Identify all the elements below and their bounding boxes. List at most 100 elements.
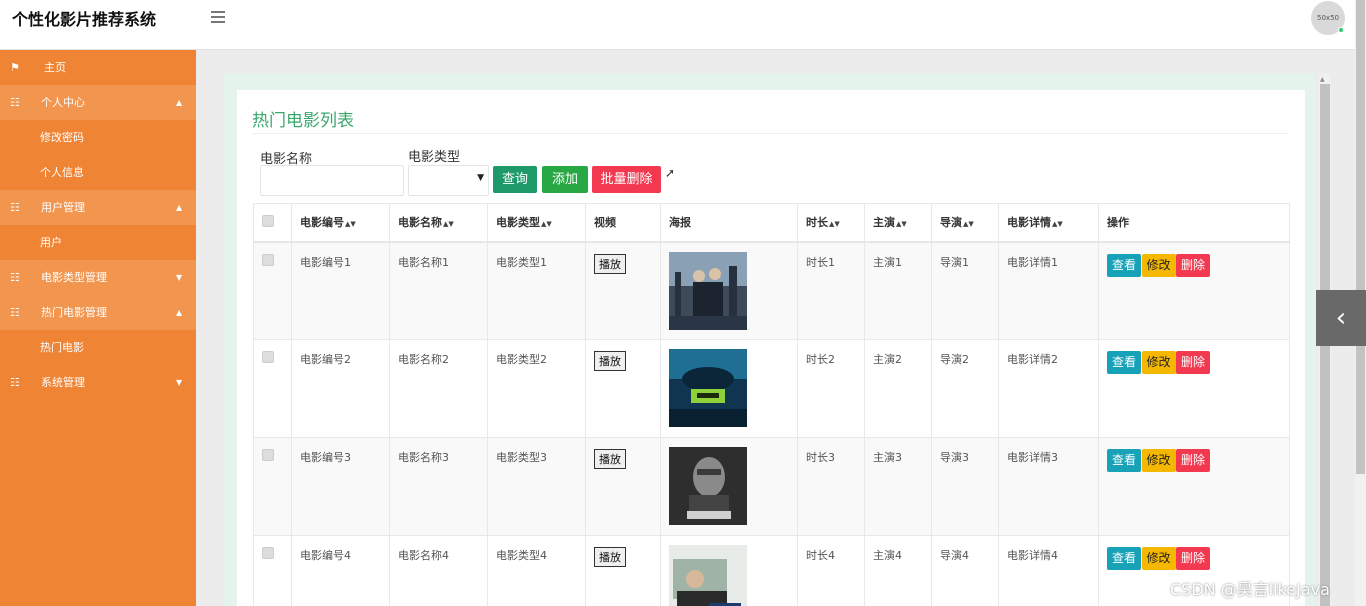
cell-poster: [660, 535, 798, 606]
column-header-label: 导演: [940, 216, 962, 230]
sidebar-item-hot-movies[interactable]: 热门电影: [0, 330, 196, 365]
cell-actor: 主演4: [864, 535, 932, 606]
sort-icon[interactable]: ▲▼: [896, 220, 907, 228]
chevron-up-icon: ▲: [176, 203, 183, 212]
chevron-down-icon: ▼: [176, 273, 183, 282]
menu-toggle-icon[interactable]: [211, 11, 225, 23]
sidebar-group-movie-types[interactable]: ☷ 电影类型管理 ▼: [0, 260, 196, 295]
view-button[interactable]: 查看: [1107, 253, 1142, 277]
sort-icon[interactable]: ▲▼: [829, 220, 840, 228]
sidebar-group-system[interactable]: ☷ 系统管理 ▼: [0, 365, 196, 400]
sidebar-item-users[interactable]: 用户: [0, 225, 196, 260]
sidebar-item-personal-info[interactable]: 个人信息: [0, 155, 196, 190]
chevron-up-icon: ▲: [176, 98, 183, 107]
column-header-detail[interactable]: 电影详情▲▼: [998, 203, 1099, 243]
table-row: 电影编号3 电影名称3 电影类型3 播放 时长3 主演3 导演3 电影详情3 查…: [253, 437, 1290, 536]
cell-duration: 时长4: [797, 535, 865, 606]
cell-detail: 电影详情2: [998, 339, 1099, 438]
movie-poster-image[interactable]: [669, 349, 747, 427]
cell-type: 电影类型2: [487, 339, 586, 438]
movie-list-card: 热门电影列表 电影名称 电影类型 ▼ 查询 添加 批量删除 电影编号▲▼ 电影名…: [237, 90, 1305, 606]
view-button[interactable]: 查看: [1107, 351, 1142, 374]
cell-actions: 查看 修改 删除: [1098, 339, 1290, 438]
select-all-cell: [253, 203, 292, 243]
column-header-id[interactable]: 电影编号▲▼: [291, 203, 390, 243]
column-header-actor[interactable]: 主演▲▼: [864, 203, 932, 243]
edit-button[interactable]: 修改: [1141, 449, 1176, 472]
scroll-up-arrow-icon[interactable]: ▲: [1320, 76, 1325, 83]
grid-icon: ☷: [10, 271, 20, 284]
add-button[interactable]: 添加: [542, 166, 588, 193]
sidebar-item-change-password[interactable]: 修改密码: [0, 120, 196, 155]
table-header-row: 电影编号▲▼ 电影名称▲▼ 电影类型▲▼ 视频 海报 时长▲▼ 主演▲▼ 导演▲…: [253, 203, 1290, 243]
watermark: CSDN @昊言likeJava: [1170, 580, 1330, 599]
column-header-poster: 海报: [660, 203, 798, 243]
select-all-checkbox[interactable]: [262, 214, 274, 227]
sidebar-group-personal[interactable]: ☷ 个人中心 ▲: [0, 85, 196, 120]
sort-icon[interactable]: ▲▼: [443, 220, 454, 228]
play-button[interactable]: 播放: [594, 449, 626, 469]
row-checkbox[interactable]: [262, 449, 274, 461]
column-header-name[interactable]: 电影名称▲▼: [389, 203, 488, 243]
sort-icon[interactable]: ▲▼: [963, 220, 974, 228]
play-button[interactable]: 播放: [594, 253, 626, 274]
sort-icon[interactable]: ▲▼: [1052, 220, 1063, 228]
sort-icon[interactable]: ▲▼: [345, 220, 356, 228]
row-checkbox[interactable]: [262, 253, 274, 266]
delete-button[interactable]: 删除: [1176, 351, 1211, 374]
column-header-director[interactable]: 导演▲▼: [931, 203, 999, 243]
sidebar-group-users[interactable]: ☷ 用户管理 ▲: [0, 190, 196, 225]
sort-icon[interactable]: ▲▼: [541, 220, 552, 228]
movie-poster-image[interactable]: [669, 447, 747, 525]
cell-actor: 主演2: [864, 339, 932, 438]
delete-button[interactable]: 删除: [1176, 449, 1211, 472]
search-button[interactable]: 查询: [493, 166, 537, 193]
cell-name: 电影名称1: [389, 241, 488, 340]
movie-poster-image[interactable]: [669, 251, 747, 330]
play-button[interactable]: 播放: [594, 351, 626, 371]
play-button[interactable]: 播放: [594, 547, 626, 567]
edit-button[interactable]: 修改: [1141, 547, 1176, 570]
collapse-panel-button[interactable]: ‹: [1316, 290, 1366, 346]
sidebar-item-label: 个人中心: [41, 96, 85, 109]
top-header: 个性化影片推荐系统 50x50: [0, 0, 1366, 50]
movie-name-input[interactable]: [260, 165, 404, 196]
row-checkbox[interactable]: [262, 547, 274, 559]
column-header-label: 视频: [594, 216, 616, 230]
movie-type-label: 电影类型: [408, 150, 461, 165]
row-checkbox[interactable]: [262, 351, 274, 363]
cell-duration: 时长2: [797, 339, 865, 438]
delete-button[interactable]: 删除: [1176, 253, 1211, 277]
cell-id: 电影编号4: [291, 535, 390, 606]
page-scrollbar-thumb[interactable]: [1356, 0, 1365, 474]
grid-icon: ☷: [10, 201, 20, 214]
column-header-label: 海报: [669, 216, 691, 230]
batch-delete-button[interactable]: 批量删除: [592, 166, 661, 193]
movie-type-select[interactable]: ▼: [408, 165, 489, 196]
flag-icon: ⚑: [10, 61, 20, 74]
movie-poster-image[interactable]: [669, 545, 747, 606]
cell-id: 电影编号1: [291, 241, 390, 340]
edit-button[interactable]: 修改: [1141, 253, 1176, 277]
row-select-cell: [253, 437, 292, 536]
view-button[interactable]: 查看: [1107, 449, 1142, 472]
row-select-cell: [253, 339, 292, 438]
column-header-type[interactable]: 电影类型▲▼: [487, 203, 586, 243]
cell-video: 播放: [585, 339, 661, 438]
cell-director: 导演2: [931, 339, 999, 438]
view-button[interactable]: 查看: [1107, 547, 1142, 570]
grid-icon: ☷: [10, 96, 20, 109]
delete-button[interactable]: 删除: [1176, 547, 1211, 570]
online-status-dot: [1338, 27, 1344, 33]
sidebar-item-home[interactable]: ⚑ 主页: [0, 50, 196, 85]
cell-actor: 主演1: [864, 241, 932, 340]
column-header-duration[interactable]: 时长▲▼: [797, 203, 865, 243]
edit-button[interactable]: 修改: [1141, 351, 1176, 374]
sidebar-group-hot-movies[interactable]: ☷ 热门电影管理 ▲: [0, 295, 196, 330]
grid-icon: ☷: [10, 306, 20, 319]
cell-detail: 电影详情1: [998, 241, 1099, 340]
cell-id: 电影编号2: [291, 339, 390, 438]
avatar[interactable]: 50x50: [1311, 1, 1345, 35]
column-header-label: 电影详情: [1007, 216, 1051, 230]
cell-actions: 查看 修改 删除: [1098, 241, 1290, 340]
